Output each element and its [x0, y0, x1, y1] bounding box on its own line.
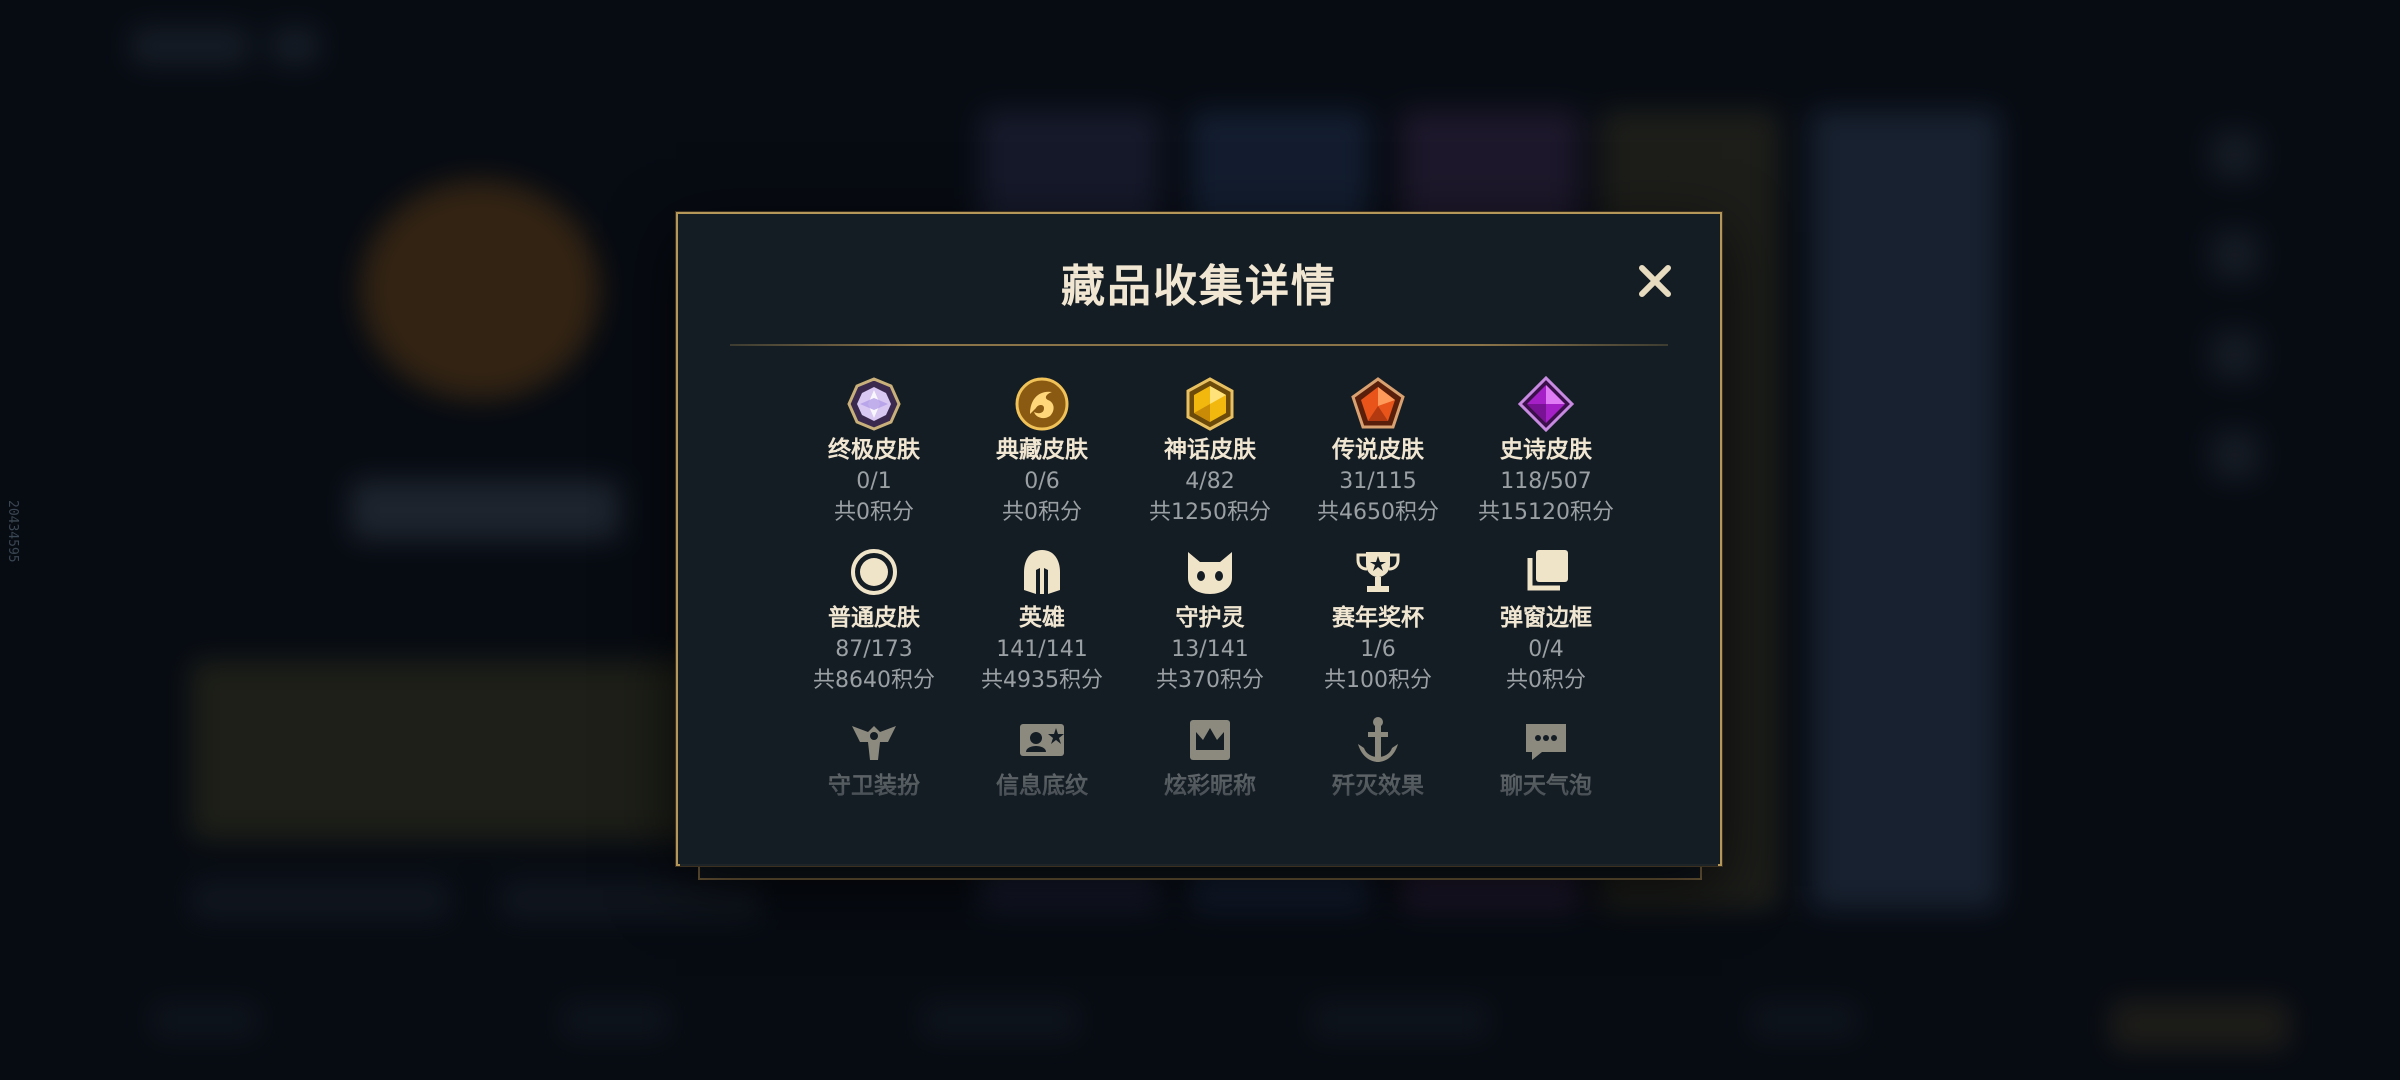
item-name: 守卫装扮 — [828, 773, 920, 799]
item-points: 共4650积分 — [1317, 500, 1439, 525]
anchor-icon — [1358, 717, 1398, 762]
side-id-label: 20434595 — [5, 500, 20, 563]
item-points: 共100积分 — [1324, 668, 1432, 693]
item-name: 弹窗边框 — [1500, 605, 1592, 631]
collection-item-heroes[interactable]: 英雄 141/141 共4935积分 — [958, 544, 1126, 696]
item-count: 87/173 — [835, 637, 913, 662]
item-points: 共0积分 — [834, 500, 914, 525]
ward-icon — [852, 726, 896, 760]
item-name: 英雄 — [1019, 605, 1065, 631]
item-count: 0/6 — [1024, 469, 1060, 494]
ultimate-gem-icon — [847, 377, 901, 431]
item-count: 31/115 — [1339, 469, 1417, 494]
collection-item-popup-frame[interactable]: 弹窗边框 0/4 共0积分 — [1462, 544, 1630, 696]
item-name: 传说皮肤 — [1332, 437, 1424, 463]
item-points: 共0积分 — [1002, 500, 1082, 525]
collection-item-ultimate-skin[interactable]: 终极皮肤 0/1 共0积分 — [790, 376, 958, 528]
item-count: 13/141 — [1171, 637, 1249, 662]
collection-item-epic-skin[interactable]: 史诗皮肤 118/507 共15120积分 — [1462, 376, 1630, 528]
collection-item-ward-skin[interactable]: 守卫装扮 — [790, 712, 958, 802]
item-points: 共8640积分 — [813, 668, 935, 693]
item-count: 1/6 — [1360, 637, 1396, 662]
item-name: 信息底纹 — [996, 773, 1088, 799]
item-count: 0/1 — [856, 469, 892, 494]
item-points: 共370积分 — [1156, 668, 1264, 693]
close-icon — [1639, 265, 1671, 297]
close-button[interactable] — [1632, 258, 1678, 304]
epic-gem-icon — [1518, 376, 1574, 432]
collection-item-info-card[interactable]: 信息底纹 — [958, 712, 1126, 802]
crown-card-icon — [1190, 720, 1230, 760]
collection-item-kill-effect[interactable]: 歼灭效果 — [1294, 712, 1462, 802]
item-count: 0/4 — [1528, 637, 1564, 662]
collection-item-normal-skin[interactable]: 普通皮肤 87/173 共8640积分 — [790, 544, 958, 696]
item-name: 炫彩昵称 — [1164, 773, 1256, 799]
dragon-emblem-icon — [1015, 377, 1069, 431]
collection-item-colorful-nickname[interactable]: 炫彩昵称 — [1126, 712, 1294, 802]
modal-base-trim — [698, 866, 1702, 880]
item-name: 史诗皮肤 — [1500, 437, 1592, 463]
frames-icon — [1527, 550, 1568, 591]
item-points: 共15120积分 — [1478, 500, 1614, 525]
item-points: 共0积分 — [1506, 668, 1586, 693]
helmet-icon — [1024, 550, 1060, 594]
item-count: 118/507 — [1500, 469, 1592, 494]
collection-details-modal: 藏品收集详情 终极皮肤 0/1 共0积分 典藏皮肤 0/6 共0积分 神话皮肤 … — [676, 212, 1722, 866]
item-name: 聊天气泡 — [1500, 773, 1592, 799]
circle-icon — [851, 549, 897, 595]
legendary-gem-icon — [1351, 377, 1405, 429]
item-name: 神话皮肤 — [1164, 437, 1256, 463]
collection-item-treasured-skin[interactable]: 典藏皮肤 0/6 共0积分 — [958, 376, 1126, 528]
chat-bubble-icon — [1526, 724, 1566, 760]
item-points: 共4935积分 — [981, 668, 1103, 693]
item-count: 4/82 — [1185, 469, 1235, 494]
item-points: 共1250积分 — [1149, 500, 1271, 525]
modal-title: 藏品收集详情 — [1061, 261, 1337, 312]
item-name: 终极皮肤 — [828, 437, 920, 463]
item-name: 守护灵 — [1175, 605, 1245, 631]
guardian-face-icon — [1188, 552, 1232, 594]
collection-item-season-trophy[interactable]: 赛年奖杯 1/6 共100积分 — [1294, 544, 1462, 696]
collection-item-chat-bubble[interactable]: 聊天气泡 — [1462, 712, 1630, 802]
item-name: 赛年奖杯 — [1332, 605, 1424, 631]
item-count: 141/141 — [996, 637, 1088, 662]
item-name: 普通皮肤 — [828, 605, 920, 631]
mythic-gem-icon — [1186, 377, 1234, 431]
info-card-icon — [1020, 724, 1064, 756]
collection-item-legendary-skin[interactable]: 传说皮肤 31/115 共4650积分 — [1294, 376, 1462, 528]
collection-item-mythic-skin[interactable]: 神话皮肤 4/82 共1250积分 — [1126, 376, 1294, 528]
title-divider — [730, 344, 1668, 346]
trophy-icon — [1356, 552, 1400, 592]
collection-item-guardian[interactable]: 守护灵 13/141 共370积分 — [1126, 544, 1294, 696]
item-name: 典藏皮肤 — [996, 437, 1088, 463]
item-name: 歼灭效果 — [1332, 773, 1424, 799]
